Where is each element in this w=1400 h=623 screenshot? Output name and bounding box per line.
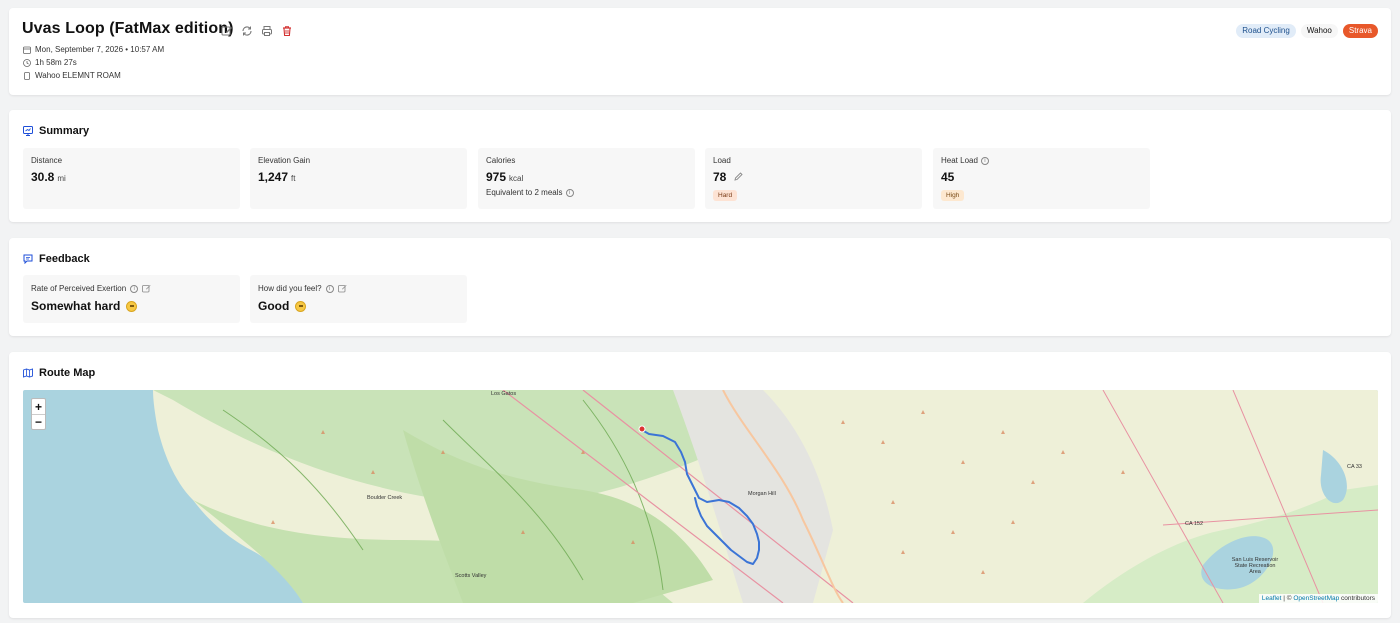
map-label-san-luis: San Luis Reservoir State Recreation Area: [1231, 557, 1279, 575]
activity-device: Wahoo ELEMNT ROAM: [35, 71, 121, 80]
heat-load-value: 45: [941, 170, 955, 184]
feel-label-row: How did you feel? i: [258, 284, 459, 293]
map-label-morgan-hill: Morgan Hill: [748, 491, 776, 497]
map-label-los-gatos: Los Gatos: [491, 391, 517, 397]
feel-label: How did you feel?: [258, 284, 322, 293]
elevation-unit: ft: [291, 174, 296, 183]
activity-badges: Road Cycling Wahoo Strava: [1236, 24, 1378, 38]
elevation-value: 1,247: [258, 170, 289, 184]
neutral-face-icon: [126, 300, 138, 312]
source-badge: Wahoo: [1300, 24, 1338, 38]
distance-label: Distance: [31, 156, 63, 165]
heat-load-label-row: Heat Load i: [941, 156, 1142, 165]
feel-value: Good: [258, 299, 290, 313]
zoom-in-button[interactable]: +: [32, 399, 45, 414]
zoom-control: + −: [31, 398, 46, 430]
map-label-ca33: CA 33: [1347, 464, 1362, 470]
summary-section: Summary Distance 30.8 mi Elevation Gain …: [9, 110, 1391, 222]
heat-load-label: Heat Load: [941, 156, 978, 165]
info-icon[interactable]: i: [130, 284, 139, 293]
leaflet-link[interactable]: Leaflet: [1262, 595, 1282, 602]
smile-face-icon: [295, 300, 307, 312]
activity-duration-row: 1h 58m 27s: [23, 58, 77, 67]
feel-card: How did you feel? i Good: [250, 275, 467, 323]
route-map-section: Route Map Los Gatos Boulder Creek Scotts…: [9, 352, 1391, 618]
load-value-row: 78: [713, 170, 914, 184]
activity-header: Uvas Loop (FatMax edition) Mon, Septembe…: [9, 8, 1391, 95]
pencil-icon[interactable]: [734, 172, 743, 181]
rpe-label-row: Rate of Perceived Exertion i: [31, 284, 232, 293]
calories-equivalent-row: Equivalent to 2 meals i: [486, 188, 687, 197]
calories-equivalent: Equivalent to 2 meals: [486, 188, 563, 197]
route-map-title: Route Map: [39, 367, 96, 379]
activity-date: Mon, September 7, 2026 • 10:57 AM: [35, 45, 165, 54]
activity-duration: 1h 58m 27s: [35, 58, 77, 67]
map-label-boulder-creek: Boulder Creek: [367, 495, 403, 501]
distance-unit: mi: [57, 174, 66, 183]
elevation-stat: Elevation Gain 1,247 ft: [250, 148, 467, 209]
map-tiles: [23, 390, 1378, 603]
print-icon[interactable]: [261, 25, 273, 37]
activity-title: Uvas Loop (FatMax edition): [22, 20, 234, 37]
edit-icon[interactable]: [142, 284, 151, 293]
info-icon[interactable]: i: [325, 284, 334, 293]
calories-unit: kcal: [509, 174, 524, 183]
load-level-badge: Hard: [713, 190, 738, 201]
activity-type-badge: Road Cycling: [1236, 24, 1296, 38]
calories-value: 975: [486, 170, 507, 184]
heat-load-stat: Heat Load i 45 High: [933, 148, 1150, 209]
calendar-icon: [23, 46, 31, 54]
rpe-value-row: Somewhat hard: [31, 299, 232, 313]
route-map-heading: Route Map: [23, 367, 95, 379]
calories-value-row: 975 kcal: [486, 170, 687, 184]
info-icon[interactable]: i: [565, 188, 574, 197]
summary-title: Summary: [39, 125, 90, 137]
load-stat: Load 78 Hard: [705, 148, 922, 209]
feedback-heading: Feedback: [23, 253, 90, 265]
heat-load-value-row: 45: [941, 170, 1142, 184]
zoom-out-button[interactable]: −: [32, 414, 45, 429]
map-label-ca152: CA 152: [1185, 521, 1204, 527]
delete-icon[interactable]: [281, 25, 293, 37]
rpe-card: Rate of Perceived Exertion i Somewhat ha…: [23, 275, 240, 323]
summary-heading: Summary: [23, 125, 89, 137]
calories-label: Calories: [486, 156, 516, 165]
load-label: Load: [713, 156, 731, 165]
distance-stat: Distance 30.8 mi: [23, 148, 240, 209]
distance-value: 30.8: [31, 170, 55, 184]
map-icon: [23, 368, 33, 378]
route-map[interactable]: Los Gatos Boulder Creek Scotts Valley Mo…: [23, 390, 1378, 603]
edit-icon[interactable]: [337, 284, 347, 293]
refresh-icon[interactable]: [241, 25, 253, 37]
title-actions: [221, 25, 293, 37]
summary-icon: [23, 126, 33, 136]
calories-stat: Calories 975 kcal Equivalent to 2 meals …: [478, 148, 695, 209]
map-attribution: Leaflet | © OpenStreetMap contributors: [1258, 594, 1378, 603]
elevation-label: Elevation Gain: [258, 156, 311, 165]
feedback-icon: [23, 254, 33, 264]
rpe-value: Somewhat hard: [31, 299, 121, 313]
osm-link[interactable]: OpenStreetMap: [1293, 595, 1339, 602]
edit-icon[interactable]: [221, 25, 233, 37]
elevation-value-row: 1,247 ft: [258, 170, 459, 184]
device-icon: [24, 71, 30, 80]
feel-value-row: Good: [258, 299, 459, 313]
feedback-title: Feedback: [39, 253, 90, 265]
feedback-section: Feedback Rate of Perceived Exertion i So…: [9, 238, 1391, 336]
attribution-separator: | ©: [1281, 595, 1294, 602]
map-label-scotts-valley: Scotts Valley: [455, 573, 487, 579]
distance-value-row: 30.8 mi: [31, 170, 232, 184]
info-icon[interactable]: i: [980, 156, 989, 165]
strava-badge[interactable]: Strava: [1342, 24, 1378, 38]
activity-date-row: Mon, September 7, 2026 • 10:57 AM: [23, 45, 164, 54]
activity-device-row: Wahoo ELEMNT ROAM: [23, 71, 121, 80]
attribution-tail: contributors: [1339, 595, 1375, 602]
load-value: 78: [713, 170, 727, 184]
clock-icon: [23, 58, 31, 67]
heat-level-badge: High: [941, 190, 965, 201]
rpe-label: Rate of Perceived Exertion: [31, 284, 127, 293]
